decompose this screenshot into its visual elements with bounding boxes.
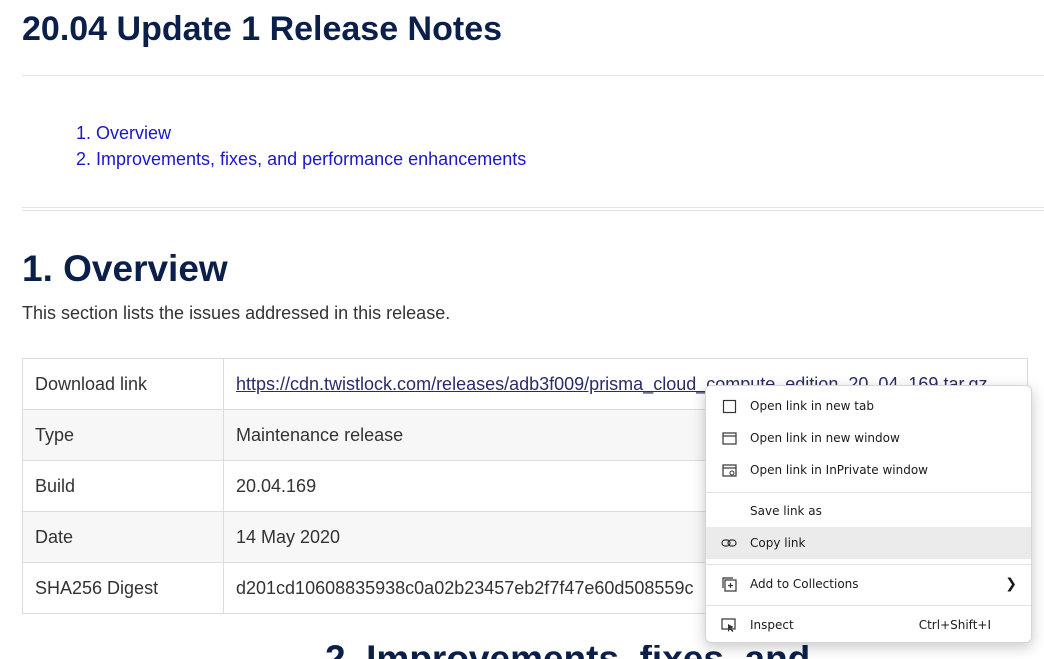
page-title: 20.04 Update 1 Release Notes (22, 10, 503, 48)
divider (22, 207, 1044, 208)
menu-item-open-inprivate[interactable]: Open link in InPrivate window (706, 454, 1031, 486)
context-menu: Open link in new tab Open link in new wi… (705, 385, 1032, 643)
inspect-icon (720, 616, 738, 634)
menu-item-label: Open link in InPrivate window (750, 463, 928, 477)
link-icon (720, 534, 738, 552)
next-section-heading: 2. Improvements, fixes, and (325, 645, 810, 659)
menu-item-open-new-tab[interactable]: Open link in new tab (706, 390, 1031, 422)
menu-item-open-new-window[interactable]: Open link in new window (706, 422, 1031, 454)
row-key: Build (22, 460, 224, 512)
menu-item-label: Copy link (750, 536, 806, 550)
menu-separator (706, 564, 1031, 565)
overview-description: This section lists the issues addressed … (22, 303, 451, 323)
toc-link-overview[interactable]: 1. Overview (76, 123, 171, 143)
row-key: Download link (22, 358, 224, 410)
menu-item-inspect[interactable]: Inspect Ctrl+Shift+I (706, 609, 1031, 641)
row-key: Type (22, 409, 224, 461)
inprivate-window-icon (720, 461, 738, 479)
menu-item-label: Open link in new tab (750, 399, 874, 413)
menu-separator (706, 605, 1031, 606)
toc-link-improvements[interactable]: 2. Improvements, fixes, and performance … (76, 149, 526, 169)
overview-heading: 1. Overview (22, 248, 228, 289)
menu-item-label: Inspect (750, 618, 794, 632)
collections-icon (720, 575, 738, 593)
row-key: Date (22, 511, 224, 563)
new-tab-icon (720, 397, 738, 415)
chevron-right-icon: ❯ (1005, 576, 1017, 592)
row-key: SHA256 Digest (22, 562, 224, 614)
divider (22, 210, 1044, 211)
menu-separator (706, 492, 1031, 493)
toc-item-improvements[interactable]: 2. Improvements, fixes, and performance … (76, 146, 526, 172)
new-window-icon (720, 429, 738, 447)
menu-item-label: Save link as (750, 504, 822, 518)
menu-item-copy-link[interactable]: Copy link (706, 527, 1031, 559)
menu-item-shortcut: Ctrl+Shift+I (918, 618, 991, 632)
menu-item-label: Add to Collections (750, 577, 859, 591)
menu-item-save-link-as[interactable]: Save link as (706, 495, 1031, 527)
divider (22, 75, 1044, 76)
toc-item-overview[interactable]: 1. Overview (76, 120, 526, 146)
menu-item-add-to-collections[interactable]: Add to Collections ❯ (706, 568, 1031, 600)
table-of-contents: 1. Overview 2. Improvements, fixes, and … (76, 120, 526, 172)
menu-item-label: Open link in new window (750, 431, 900, 445)
